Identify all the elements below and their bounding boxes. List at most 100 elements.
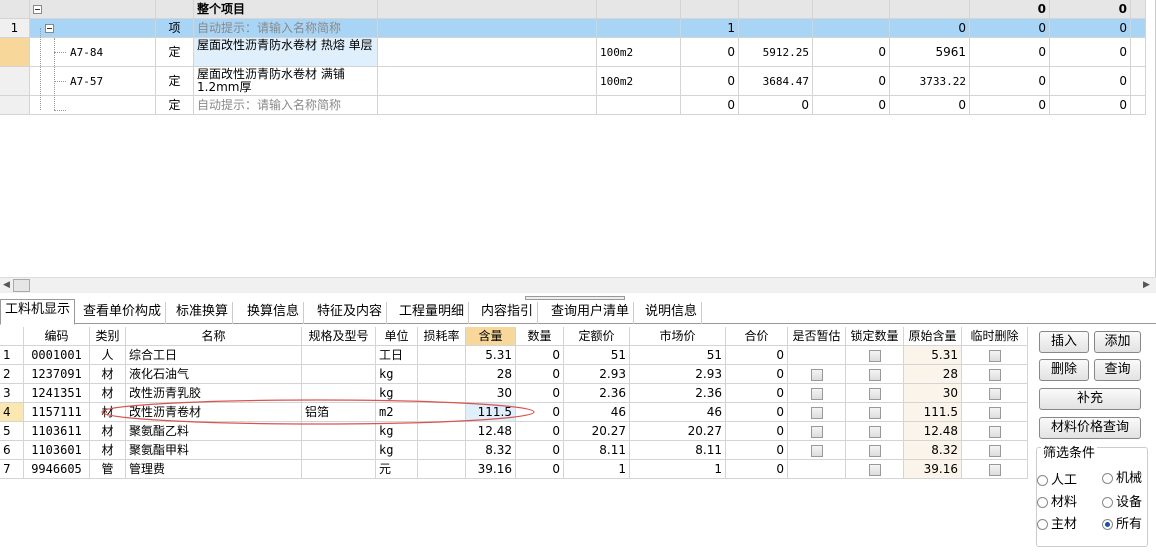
cell-loss-rate[interactable] <box>418 460 466 479</box>
cell-code[interactable]: 9946605 <box>24 460 90 479</box>
column-header[interactable]: 锁定数量 <box>846 327 904 346</box>
cell-code[interactable]: 1237091 <box>24 365 90 384</box>
cell-name[interactable]: 管理费 <box>126 460 302 479</box>
cell-market-price[interactable]: 8.11 <box>630 441 726 460</box>
cell-quantity[interactable]: 0 <box>516 365 564 384</box>
row-name[interactable]: 自动提示：请输入名称简称 <box>194 19 378 38</box>
cell-spec[interactable] <box>302 460 376 479</box>
cell-estimated[interactable] <box>788 365 846 384</box>
cell-original-content[interactable]: 30 <box>904 384 962 403</box>
tab-description[interactable]: 说明信息 <box>641 302 703 324</box>
checkbox-icon[interactable] <box>810 425 823 438</box>
cell-quantity[interactable]: 0 <box>516 460 564 479</box>
cell-code[interactable]: 1157111 <box>24 403 90 422</box>
cell-original-content[interactable]: 12.48 <box>904 422 962 441</box>
cell-market-price[interactable]: 2.93 <box>630 365 726 384</box>
cell-total[interactable]: 0 <box>726 365 788 384</box>
column-header[interactable]: 是否暂估 <box>788 327 846 346</box>
cell-name[interactable]: 聚氨酯甲料 <box>126 441 302 460</box>
cell-market-price[interactable]: 2.36 <box>630 384 726 403</box>
scroll-left-icon[interactable]: ◀ <box>3 280 10 290</box>
filter-all[interactable]: 所有 <box>1102 513 1142 532</box>
table-row[interactable]: 1 项 自动提示：请输入名称简称 1 0 0 0 <box>0 19 1146 38</box>
tab-unit-price[interactable]: 查看单价构成 <box>79 302 167 324</box>
cell-lock-qty[interactable] <box>846 365 904 384</box>
cell-code[interactable]: 1241351 <box>24 384 90 403</box>
cell-unit[interactable]: kg <box>376 441 418 460</box>
cell-content[interactable]: 5.31 <box>466 346 516 365</box>
cell-category[interactable]: 人 <box>90 346 126 365</box>
collapse-icon[interactable] <box>45 24 54 33</box>
cell-content[interactable]: 39.16 <box>466 460 516 479</box>
cell-category[interactable]: 材 <box>90 365 126 384</box>
cell-temp-delete[interactable] <box>962 403 1028 422</box>
panel-splitter[interactable] <box>525 296 625 300</box>
cell-lock-qty[interactable] <box>846 384 904 403</box>
tab-quantity-detail[interactable]: 工程量明细 <box>395 302 470 324</box>
tab-user-list[interactable]: 查询用户清单 <box>547 302 635 324</box>
cell-spec[interactable] <box>302 365 376 384</box>
cell-code[interactable]: 0001001 <box>24 346 90 365</box>
checkbox-icon[interactable] <box>868 349 881 362</box>
cell-lock-qty[interactable] <box>846 346 904 365</box>
checkbox-icon[interactable] <box>868 387 881 400</box>
radio-selected-icon[interactable] <box>1102 519 1113 530</box>
cell-total[interactable]: 0 <box>726 460 788 479</box>
checkbox-icon[interactable] <box>868 425 881 438</box>
cell-spec[interactable] <box>302 346 376 365</box>
radio-icon[interactable] <box>1102 473 1113 484</box>
filter-main-material[interactable]: 主材 <box>1037 513 1077 532</box>
delete-button[interactable]: 删除 <box>1039 359 1089 381</box>
checkbox-icon[interactable] <box>988 463 1001 476</box>
horizontal-scrollbar[interactable]: ◀ ▶ <box>0 277 1156 293</box>
cell-estimated[interactable] <box>788 346 846 365</box>
cell-unit[interactable]: kg <box>376 365 418 384</box>
cell-loss-rate[interactable] <box>418 346 466 365</box>
column-header[interactable]: 编码 <box>24 327 90 346</box>
cell-name[interactable]: 综合工日 <box>126 346 302 365</box>
checkbox-icon[interactable] <box>810 444 823 457</box>
checkbox-icon[interactable] <box>988 444 1001 457</box>
cell-content[interactable]: 8.32 <box>466 441 516 460</box>
tab-features[interactable]: 特征及内容 <box>313 302 388 324</box>
column-header[interactable]: 市场价 <box>630 327 726 346</box>
cell-temp-delete[interactable] <box>962 441 1028 460</box>
filter-equipment[interactable]: 设备 <box>1102 491 1142 510</box>
cell-original-content[interactable]: 8.32 <box>904 441 962 460</box>
cell-temp-delete[interactable] <box>962 384 1028 403</box>
tab-standard-conversion[interactable]: 标准换算 <box>172 302 234 324</box>
checkbox-icon[interactable] <box>868 368 881 381</box>
column-header[interactable]: 类别 <box>90 327 126 346</box>
cell-loss-rate[interactable] <box>418 441 466 460</box>
cell-lock-qty[interactable] <box>846 403 904 422</box>
cell-quota-price[interactable]: 2.36 <box>564 384 630 403</box>
column-header[interactable]: 定额价 <box>564 327 630 346</box>
column-header[interactable]: 名称 <box>126 327 302 346</box>
cell-temp-delete[interactable] <box>962 346 1028 365</box>
table-row[interactable]: A7-57 定 屋面改性沥青防水卷材 满铺 1.2mm厚 100m2 0 368… <box>0 67 1146 96</box>
cell-total[interactable]: 0 <box>726 346 788 365</box>
cell-category[interactable]: 材 <box>90 441 126 460</box>
filter-machine[interactable]: 机械 <box>1102 467 1142 486</box>
checkbox-icon[interactable] <box>988 387 1001 400</box>
row-name[interactable]: 屋面改性沥青防水卷材 热熔 单层 <box>194 38 378 67</box>
cell-market-price[interactable]: 1 <box>630 460 726 479</box>
cell-total[interactable]: 0 <box>726 403 788 422</box>
cell-unit[interactable]: 元 <box>376 460 418 479</box>
checkbox-icon[interactable] <box>810 406 823 419</box>
tab-content-guide[interactable]: 内容指引 <box>477 302 539 324</box>
filter-material[interactable]: 材料 <box>1037 491 1077 510</box>
cell-original-content[interactable]: 5.31 <box>904 346 962 365</box>
cell-lock-qty[interactable] <box>846 422 904 441</box>
cell-estimated[interactable] <box>788 384 846 403</box>
checkbox-icon[interactable] <box>988 349 1001 362</box>
filter-labor[interactable]: 人工 <box>1037 469 1077 488</box>
row-name[interactable]: 自动提示：请输入名称简称 <box>194 96 378 115</box>
checkbox-icon[interactable] <box>810 387 823 400</box>
cell-total[interactable]: 0 <box>726 384 788 403</box>
checkbox-icon[interactable] <box>810 368 823 381</box>
cell-unit[interactable]: 工日 <box>376 346 418 365</box>
table-row[interactable]: 定 自动提示：请输入名称简称 0 0 0 0 0 0 <box>0 96 1146 115</box>
cell-quota-price[interactable]: 8.11 <box>564 441 630 460</box>
supplement-button[interactable]: 补充 <box>1039 388 1141 410</box>
